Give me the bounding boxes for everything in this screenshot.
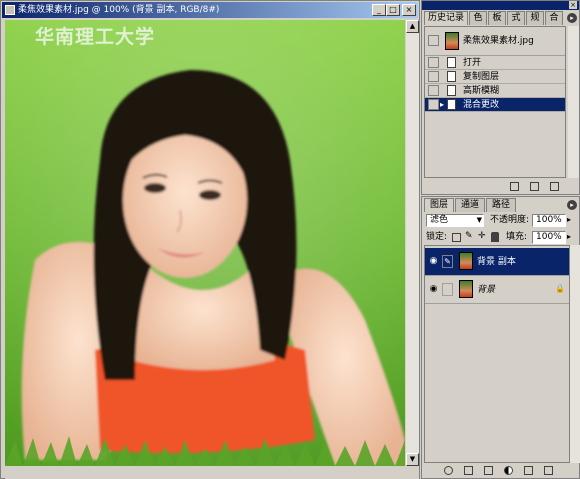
close-icon[interactable]: × <box>569 1 577 9</box>
minimize-button[interactable]: _ <box>372 4 386 16</box>
new-document-from-state-icon[interactable] <box>510 182 519 191</box>
history-scrollbar[interactable] <box>568 26 579 178</box>
link-slot[interactable] <box>442 283 453 296</box>
history-state-slider-icon[interactable]: ▸ <box>440 100 444 109</box>
history-step[interactable]: 复制图层 <box>425 70 565 84</box>
layers-palette: 图层 通道 路径 ▸ 滤色 ▼ 不透明度: 100% ▸ 锁定: ✎ ✛ 填充:… <box>421 196 580 479</box>
layers-scrollbar[interactable] <box>570 245 580 463</box>
document-window: 柔焦效果素材.jpg @ 100% (背景 副本, RGB/8#) _ □ × <box>0 0 420 479</box>
layers-bottom-toolbar <box>424 465 577 477</box>
delete-state-icon[interactable] <box>550 182 559 191</box>
palette-menu-icon[interactable]: ▸ <box>567 13 577 23</box>
palette-menu-icon[interactable]: ▸ <box>567 200 577 210</box>
layer-row-background[interactable]: ◉ 背景 🔒 <box>425 276 569 304</box>
history-step-label: 复制图层 <box>463 72 500 82</box>
fill-input[interactable]: 100% <box>532 231 566 244</box>
tab-color[interactable]: 色 <box>469 11 487 25</box>
layer-thumbnail <box>459 252 473 270</box>
document-icon <box>5 5 15 15</box>
layer-name: 背景 副本 <box>477 257 516 267</box>
layer-name: 背景 <box>477 285 496 295</box>
image-canvas[interactable]: 华南理工大学 <box>5 20 405 466</box>
history-palette: × 历史记录 色 板 式 规 合 ▸ 柔焦效果素材.jpg 打开 复制图层 高斯… <box>421 0 580 195</box>
history-list: 柔焦效果素材.jpg 打开 复制图层 高斯模糊 ▸ 混合更改 <box>424 26 566 178</box>
tab-history[interactable]: 历史记录 <box>424 11 468 25</box>
history-step-selected[interactable]: ▸ 混合更改 <box>425 98 565 112</box>
layer-mask-icon[interactable] <box>464 466 473 475</box>
history-step-label: 打开 <box>463 58 482 68</box>
history-step-label: 混合更改 <box>463 100 500 110</box>
delete-layer-trash-icon[interactable] <box>544 466 553 475</box>
history-bottom-toolbar <box>424 181 577 193</box>
tab-styles[interactable]: 式 <box>507 11 525 25</box>
maximize-button[interactable]: □ <box>386 4 400 16</box>
history-tabs: 历史记录 色 板 式 规 合 <box>424 11 577 25</box>
history-brush-checkbox[interactable] <box>428 85 439 96</box>
snapshot-label: 柔焦效果素材.jpg <box>463 36 534 46</box>
opacity-arrow-icon[interactable]: ▸ <box>567 215 571 224</box>
history-brush-checkbox[interactable] <box>428 57 439 68</box>
scroll-up-arrow-icon[interactable]: ▲ <box>406 20 419 33</box>
tab-info[interactable]: 规 <box>526 11 544 25</box>
document-title-bar[interactable]: 柔焦效果素材.jpg @ 100% (背景 副本, RGB/8#) _ □ × <box>2 2 418 18</box>
document-icon <box>447 85 456 96</box>
history-step[interactable]: 打开 <box>425 56 565 70</box>
vertical-scrollbar[interactable]: ▲ ▼ <box>406 20 419 466</box>
tab-channels[interactable]: 通道 <box>455 198 485 212</box>
opacity-label: 不透明度: <box>490 215 530 225</box>
fill-label: 填充: <box>506 232 528 242</box>
close-button[interactable]: × <box>402 4 416 16</box>
status-bar <box>5 467 419 479</box>
document-title: 柔焦效果素材.jpg @ 100% (背景 副本, RGB/8#) <box>18 5 220 15</box>
history-palette-titlebar[interactable]: × <box>422 1 579 10</box>
layer-list: ◉ ✎ 背景 副本 ◉ 背景 🔒 <box>424 245 570 463</box>
history-brush-checkbox[interactable] <box>428 71 439 82</box>
blend-mode-value: 滤色 <box>430 215 449 225</box>
lock-icon: 🔒 <box>555 284 565 293</box>
chevron-down-icon: ▼ <box>476 216 482 224</box>
brush-icon[interactable]: ✎ <box>442 255 453 268</box>
layer-style-icon[interactable] <box>444 466 453 475</box>
eye-icon[interactable]: ◉ <box>427 255 440 268</box>
history-step-label: 高斯模糊 <box>463 86 500 96</box>
tab-paths[interactable]: 路径 <box>486 198 516 212</box>
new-layer-icon[interactable] <box>524 466 533 475</box>
eye-icon[interactable]: ◉ <box>427 283 440 296</box>
snapshot-source-checkbox[interactable] <box>428 35 439 46</box>
tab-navigator[interactable]: 合 <box>545 11 563 25</box>
scroll-down-arrow-icon[interactable]: ▼ <box>406 453 419 466</box>
layers-tabs: 图层 通道 路径 <box>424 198 577 212</box>
adjustment-layer-icon[interactable] <box>504 466 513 475</box>
lock-all-icon[interactable] <box>491 232 499 242</box>
tab-swatches[interactable]: 板 <box>488 11 506 25</box>
document-icon <box>447 57 456 68</box>
layer-row-background-copy[interactable]: ◉ ✎ 背景 副本 <box>425 248 569 276</box>
document-icon <box>447 71 456 82</box>
lock-image-brush-icon[interactable]: ✎ <box>465 231 473 241</box>
new-snapshot-icon[interactable] <box>530 182 539 191</box>
lock-label: 锁定: <box>426 232 448 242</box>
fill-arrow-icon[interactable]: ▸ <box>567 232 571 241</box>
lock-position-move-icon[interactable]: ✛ <box>478 231 486 241</box>
snapshot-thumbnail <box>445 32 459 50</box>
history-brush-checkbox[interactable] <box>428 99 439 110</box>
watermark-text: 华南理工大学 <box>35 26 156 48</box>
photo-illustration <box>5 20 405 466</box>
blend-mode-select[interactable]: 滤色 ▼ <box>426 214 484 227</box>
layer-thumbnail <box>459 280 473 298</box>
history-step[interactable]: 高斯模糊 <box>425 84 565 98</box>
lock-transparency-icon[interactable] <box>452 233 461 242</box>
document-icon <box>447 99 456 110</box>
tab-layers[interactable]: 图层 <box>424 198 454 212</box>
opacity-input[interactable]: 100% <box>532 214 566 227</box>
history-snapshot[interactable]: 柔焦效果素材.jpg <box>425 27 565 56</box>
new-set-folder-icon[interactable] <box>484 466 493 475</box>
